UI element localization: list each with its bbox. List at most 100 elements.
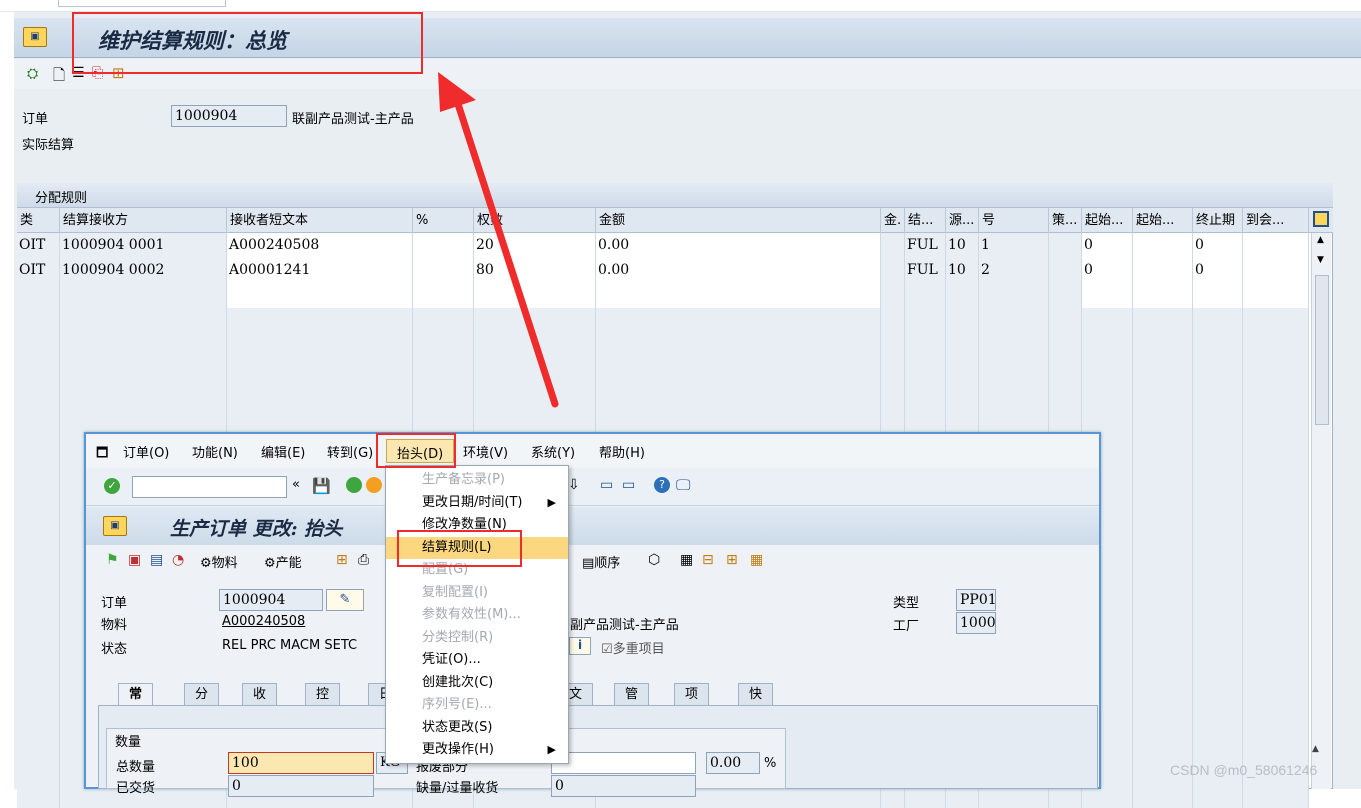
table-row[interactable]: OIT 1000904 0001 A000240508 20 0.00 FUL 10 1 0 0 (17, 233, 1309, 258)
column-header-2[interactable]: 接收者短文本 (227, 208, 413, 233)
menu-order[interactable]: 订单(O) (123, 434, 169, 468)
column-header-13[interactable]: 终止期 (1193, 208, 1243, 233)
back-icon[interactable] (346, 477, 362, 493)
tab-assignment[interactable]: 分配 (184, 683, 220, 724)
grid-icon[interactable]: ▦ (680, 552, 693, 568)
dropdown-item[interactable]: 创建批次(C) (386, 672, 568, 695)
sap-app-icon[interactable]: ▣ (23, 27, 47, 47)
tab-control[interactable]: 控制 (305, 683, 341, 724)
column-header-5[interactable]: 金额 (596, 208, 881, 233)
table-cell[interactable] (1133, 258, 1193, 283)
display-icon[interactable]: ⛭ (27, 66, 43, 82)
tree-icon[interactable]: ⊟ (702, 552, 714, 568)
new-session-icon[interactable]: ▭ (600, 477, 613, 493)
table-cell[interactable] (413, 233, 474, 258)
multi-item-checkbox[interactable]: ☑多重项目 (601, 638, 665, 657)
table-cell[interactable]: 0 (1193, 233, 1243, 258)
save-icon[interactable]: 💾 (312, 477, 331, 495)
table-cell[interactable]: 0 (1082, 258, 1133, 283)
tab-general[interactable]: 常规 (118, 683, 154, 724)
download-icon[interactable]: ⇩ (568, 477, 580, 493)
enter-icon[interactable]: ✓ (104, 478, 120, 494)
ov-material-value[interactable]: A000240508 (222, 614, 305, 629)
table-cell[interactable]: 0.00 (596, 258, 881, 283)
column-header-4[interactable]: 权数 (474, 208, 596, 233)
column-header-11[interactable]: 起始... (1082, 208, 1133, 233)
table-icon[interactable]: ▦ (750, 552, 763, 568)
exit-icon[interactable] (366, 477, 382, 493)
table-vertical-scrollbar[interactable]: ▲ ▼ (1311, 233, 1331, 789)
column-header-10[interactable]: 策... (1049, 208, 1082, 233)
table-cell[interactable]: A00001241 (227, 258, 413, 283)
dropdown-item[interactable]: 状态更改(S) (386, 717, 568, 740)
column-header-0[interactable]: 类 (17, 208, 60, 233)
cube-icon[interactable]: ⬡ (648, 552, 660, 568)
list-icon[interactable]: ▤ (150, 552, 163, 568)
menu-window-icon[interactable]: 🗖 (96, 444, 108, 466)
info-icon[interactable]: i (569, 637, 591, 655)
table-cell[interactable] (413, 258, 474, 283)
scroll-down-icon[interactable]: ▼ (1317, 255, 1324, 265)
document-icon[interactable]: ▣ (128, 552, 141, 568)
hierarchy-icon-2[interactable]: ⊞ (336, 552, 348, 568)
capacity-button[interactable]: ⚙产能 (264, 552, 302, 571)
sequence-button[interactable]: ▤顺序 (582, 552, 620, 571)
table-cell[interactable]: 0 (1193, 258, 1243, 283)
table-cell[interactable] (1133, 233, 1193, 258)
tab-management[interactable]: 管理 (614, 683, 650, 724)
command-field[interactable] (132, 476, 287, 498)
table-cell[interactable]: 0.00 (596, 233, 881, 258)
column-header-9[interactable]: 号 (979, 208, 1049, 233)
tab-goods-receipt[interactable]: 收货 (242, 683, 278, 724)
table-cell[interactable]: 20 (474, 233, 596, 258)
scroll-up-icon-2[interactable]: ▲ (1312, 744, 1319, 754)
delivered-field[interactable]: 0 (228, 775, 374, 797)
table-cell[interactable]: A000240508 (227, 233, 413, 258)
table-row[interactable] (17, 308, 1309, 333)
edit-pencil-icon[interactable]: ✎ (326, 589, 364, 611)
menu-help[interactable]: 帮助(H) (599, 434, 645, 468)
column-header-14[interactable]: 到会... (1243, 208, 1309, 233)
sap-app-icon-2[interactable]: ▣ (103, 516, 127, 536)
table-row[interactable] (17, 408, 1309, 433)
scrap-field[interactable] (551, 752, 696, 774)
order-field[interactable]: 1000904 (171, 105, 287, 127)
table-row[interactable] (17, 283, 1309, 308)
menu-system[interactable]: 系统(Y) (531, 434, 575, 468)
material-button[interactable]: ⚙物料 (200, 552, 238, 571)
table-row[interactable] (17, 333, 1309, 358)
history-icon[interactable]: « (292, 477, 300, 492)
new-document-icon[interactable]: 🗋 (53, 65, 69, 84)
scroll-up-icon[interactable]: ▲ (1317, 235, 1324, 245)
table-row[interactable] (17, 383, 1309, 408)
table-row[interactable] (17, 358, 1309, 383)
column-header-12[interactable]: 起始... (1133, 208, 1193, 233)
ov-plant-field[interactable]: 1000 (956, 612, 996, 634)
menu-goto[interactable]: 转到(G) (327, 434, 373, 468)
table-cell[interactable] (1243, 233, 1309, 258)
column-header-6[interactable]: 金. (881, 208, 905, 233)
dropdown-item[interactable]: 凭证(O)... (386, 649, 568, 672)
scrap-percent-field[interactable]: 0.00 (706, 752, 760, 774)
shortcut-icon[interactable]: ▭ (622, 477, 635, 493)
column-header-3[interactable]: % (413, 208, 474, 233)
table-row[interactable]: OIT 1000904 0002 A00001241 80 0.00 FUL 10 2 0 0 (17, 258, 1309, 283)
print-icon[interactable]: ⎙ (358, 552, 369, 568)
dropdown-item[interactable]: 更改操作(H) ▶ (386, 739, 568, 762)
menu-edit[interactable]: 编辑(E) (261, 434, 305, 468)
column-header-1[interactable]: 结算接收方 (60, 208, 227, 233)
menu-environment[interactable]: 环境(V) (463, 434, 508, 468)
dropdown-item[interactable]: 更改日期/时间(T) ▶ (386, 492, 568, 515)
short-receipt-field[interactable]: 0 (551, 775, 696, 797)
table-cell[interactable]: 80 (474, 258, 596, 283)
menu-function[interactable]: 功能(N) (192, 434, 238, 468)
table-cell[interactable] (1243, 258, 1309, 283)
column-header-7[interactable]: 结... (905, 208, 946, 233)
table-cell[interactable]: 0 (1082, 233, 1133, 258)
tab-items[interactable]: 项目 (674, 683, 710, 724)
structure-icon[interactable]: ⊞ (726, 552, 738, 568)
ov-order-field[interactable]: 1000904 (219, 589, 323, 611)
column-header-8[interactable]: 源... (946, 208, 979, 233)
help-icon[interactable]: ? (654, 477, 670, 493)
top-input-stub[interactable] (58, 0, 226, 7)
